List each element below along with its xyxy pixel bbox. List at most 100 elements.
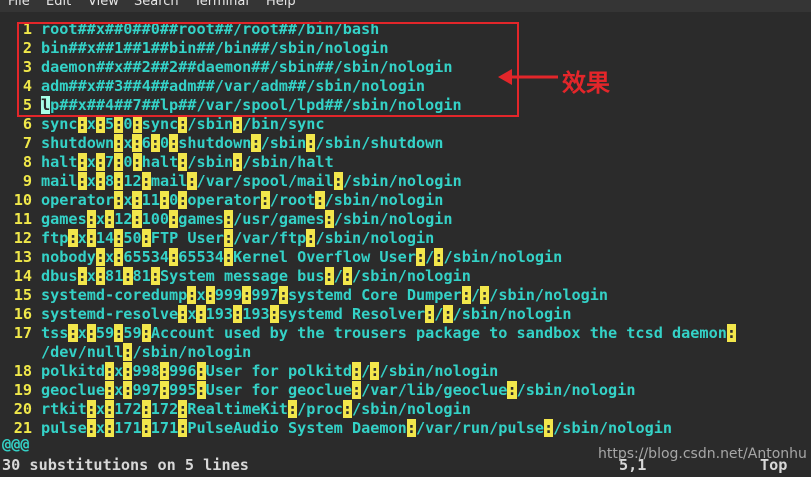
line-text: User for geoclue (205, 381, 352, 399)
search-match: : (242, 286, 252, 304)
line-text: /sbin/nologin (315, 229, 435, 247)
line-text: 5 (105, 115, 115, 133)
buffer-line[interactable]: 11 games:x:12:100:games:/usr/games:/sbin/… (0, 210, 453, 229)
search-match: : (251, 134, 261, 152)
search-match: : (86, 400, 96, 418)
line-text: 999 (214, 286, 243, 304)
search-match: : (159, 362, 170, 380)
buffer-line[interactable]: 15 systemd-coredump:x:999:997:systemd Cor… (0, 286, 608, 305)
search-match: : (114, 191, 124, 209)
line-text: x (114, 362, 124, 380)
search-match: : (68, 229, 78, 247)
search-match: : (77, 153, 87, 171)
menu-view[interactable]: View (88, 0, 119, 10)
buffer-line[interactable]: 7 shutdown:x:6:0:shutdown:/sbin:/sbin/shu… (0, 134, 443, 153)
buffer-line[interactable]: 17 tss:x:59:59:Account used by the trouse… (0, 324, 737, 343)
line-text: x (95, 210, 106, 228)
line-text: 997 (251, 286, 279, 304)
line-text: 0 (123, 153, 133, 171)
buffer-line[interactable]: 6 sync:x:5:0:sync:/sbin:/bin/sync (0, 115, 325, 134)
line-number: 17 (13, 324, 32, 342)
menu-help[interactable]: Help (266, 0, 296, 10)
search-match: : (95, 153, 106, 171)
search-match: : (223, 210, 234, 228)
line-number: 10 (13, 191, 32, 209)
line-text: /sbin (187, 115, 234, 133)
menu-file[interactable]: File (8, 0, 30, 10)
line-text: x (95, 419, 106, 437)
line-text: /var/lib/geoclue (361, 381, 508, 399)
search-match: : (105, 210, 115, 228)
line-text: /sbin/nologin (324, 191, 444, 209)
line-text: /sbin/nologin (516, 381, 636, 399)
line-text: x (77, 229, 87, 247)
search-match: : (425, 305, 435, 323)
line-text: 12 (114, 210, 133, 228)
line-text: / (425, 248, 435, 266)
search-match: : (333, 172, 343, 190)
line-text: Kernel Overflow User (233, 248, 416, 266)
buffer-line[interactable]: 9 mail:x:8:12:mail:/var/spool/mail:/sbin/… (0, 172, 462, 191)
buffer-line[interactable]: 13 nobody:x:65534:65534:Kernel Overflow U… (0, 248, 562, 267)
search-match: : (223, 229, 234, 247)
buffer-line[interactable]: 14 dbus:x:81:81:System message bus:/:/sbi… (0, 267, 471, 286)
line-text: /sbin/nologin (452, 305, 572, 323)
buffer-line[interactable]: 20 rtkit:x:172:172:RealtimeKit:/proc:/sbi… (0, 400, 471, 419)
line-text: /sbin/nologin (443, 248, 563, 266)
buffer-line[interactable]: /dev/null:/sbin/nologin (0, 343, 251, 362)
line-text: /sbin/nologin (352, 400, 471, 418)
menu-edit[interactable]: Edit (46, 0, 71, 10)
line-text: systemd Core Dumper (287, 286, 462, 304)
search-match: : (68, 324, 78, 342)
line-text: x (86, 115, 96, 133)
search-match: : (287, 400, 298, 418)
search-match: : (443, 305, 453, 323)
line-text: 11 (141, 191, 160, 209)
line-number: 13 (13, 248, 32, 266)
line-text: dbus (41, 267, 78, 285)
line-text: polkitd (41, 362, 106, 380)
search-match: : (77, 267, 87, 285)
search-match: : (223, 248, 234, 266)
menu-search[interactable]: Search (134, 0, 179, 10)
search-match: : (324, 267, 334, 285)
search-match: : (141, 324, 151, 342)
buffer-line[interactable]: 10 operator:x:11:0:operator:/root:/sbin/n… (0, 191, 443, 210)
line-text: rtkit (41, 400, 87, 418)
buffer-line[interactable]: 16 systemd-resolve:x:193:193:systemd Reso… (0, 305, 571, 324)
buffer-line[interactable]: 21 pulse:x:171:171:PulseAudio System Daem… (0, 419, 672, 438)
buffer-line[interactable]: 19 geoclue:x:997:995:User for geoclue:/va… (0, 381, 635, 400)
line-text: systemd-coredump (41, 286, 188, 304)
line-text: x (95, 400, 106, 418)
line-text: /dev/null (41, 343, 124, 361)
line-text: mail (41, 172, 78, 190)
search-match: : (233, 115, 243, 133)
line-text: shutdown (178, 134, 252, 152)
line-text: /sbin/nologin (333, 210, 453, 228)
buffer-line[interactable]: 12 ftp:x:14:50:FTP User:/var/ftp:/sbin/no… (0, 229, 434, 248)
search-match: : (480, 286, 490, 304)
line-text: / (333, 267, 343, 285)
line-text: 171 (114, 419, 142, 437)
line-text: x (77, 324, 87, 342)
line-text: / (361, 362, 371, 380)
menu-terminal[interactable]: Terminal (194, 0, 249, 10)
buffer-line[interactable]: 8 halt:x:7:0:halt:/sbin:/sbin/halt (0, 153, 334, 172)
search-match: : (544, 419, 554, 437)
buffer-line[interactable]: 18 polkitd:x:998:996:User for polkitd:/:/… (0, 362, 498, 381)
search-match: : (123, 267, 133, 285)
search-match: : (342, 267, 353, 285)
search-match: : (315, 191, 325, 209)
search-match: : (205, 286, 215, 304)
line-text: /sbin/shutdown (315, 134, 444, 152)
line-text: /sbin (187, 153, 234, 171)
line-text: nobody (41, 248, 96, 266)
line-text: x (86, 172, 96, 190)
line-number: 15 (13, 286, 32, 304)
search-match: : (141, 229, 151, 247)
search-match: : (132, 134, 142, 152)
line-text: 998 (132, 362, 160, 380)
line-text: System message bus (159, 267, 325, 285)
line-text: 12 (123, 172, 142, 190)
search-match: : (196, 362, 206, 380)
